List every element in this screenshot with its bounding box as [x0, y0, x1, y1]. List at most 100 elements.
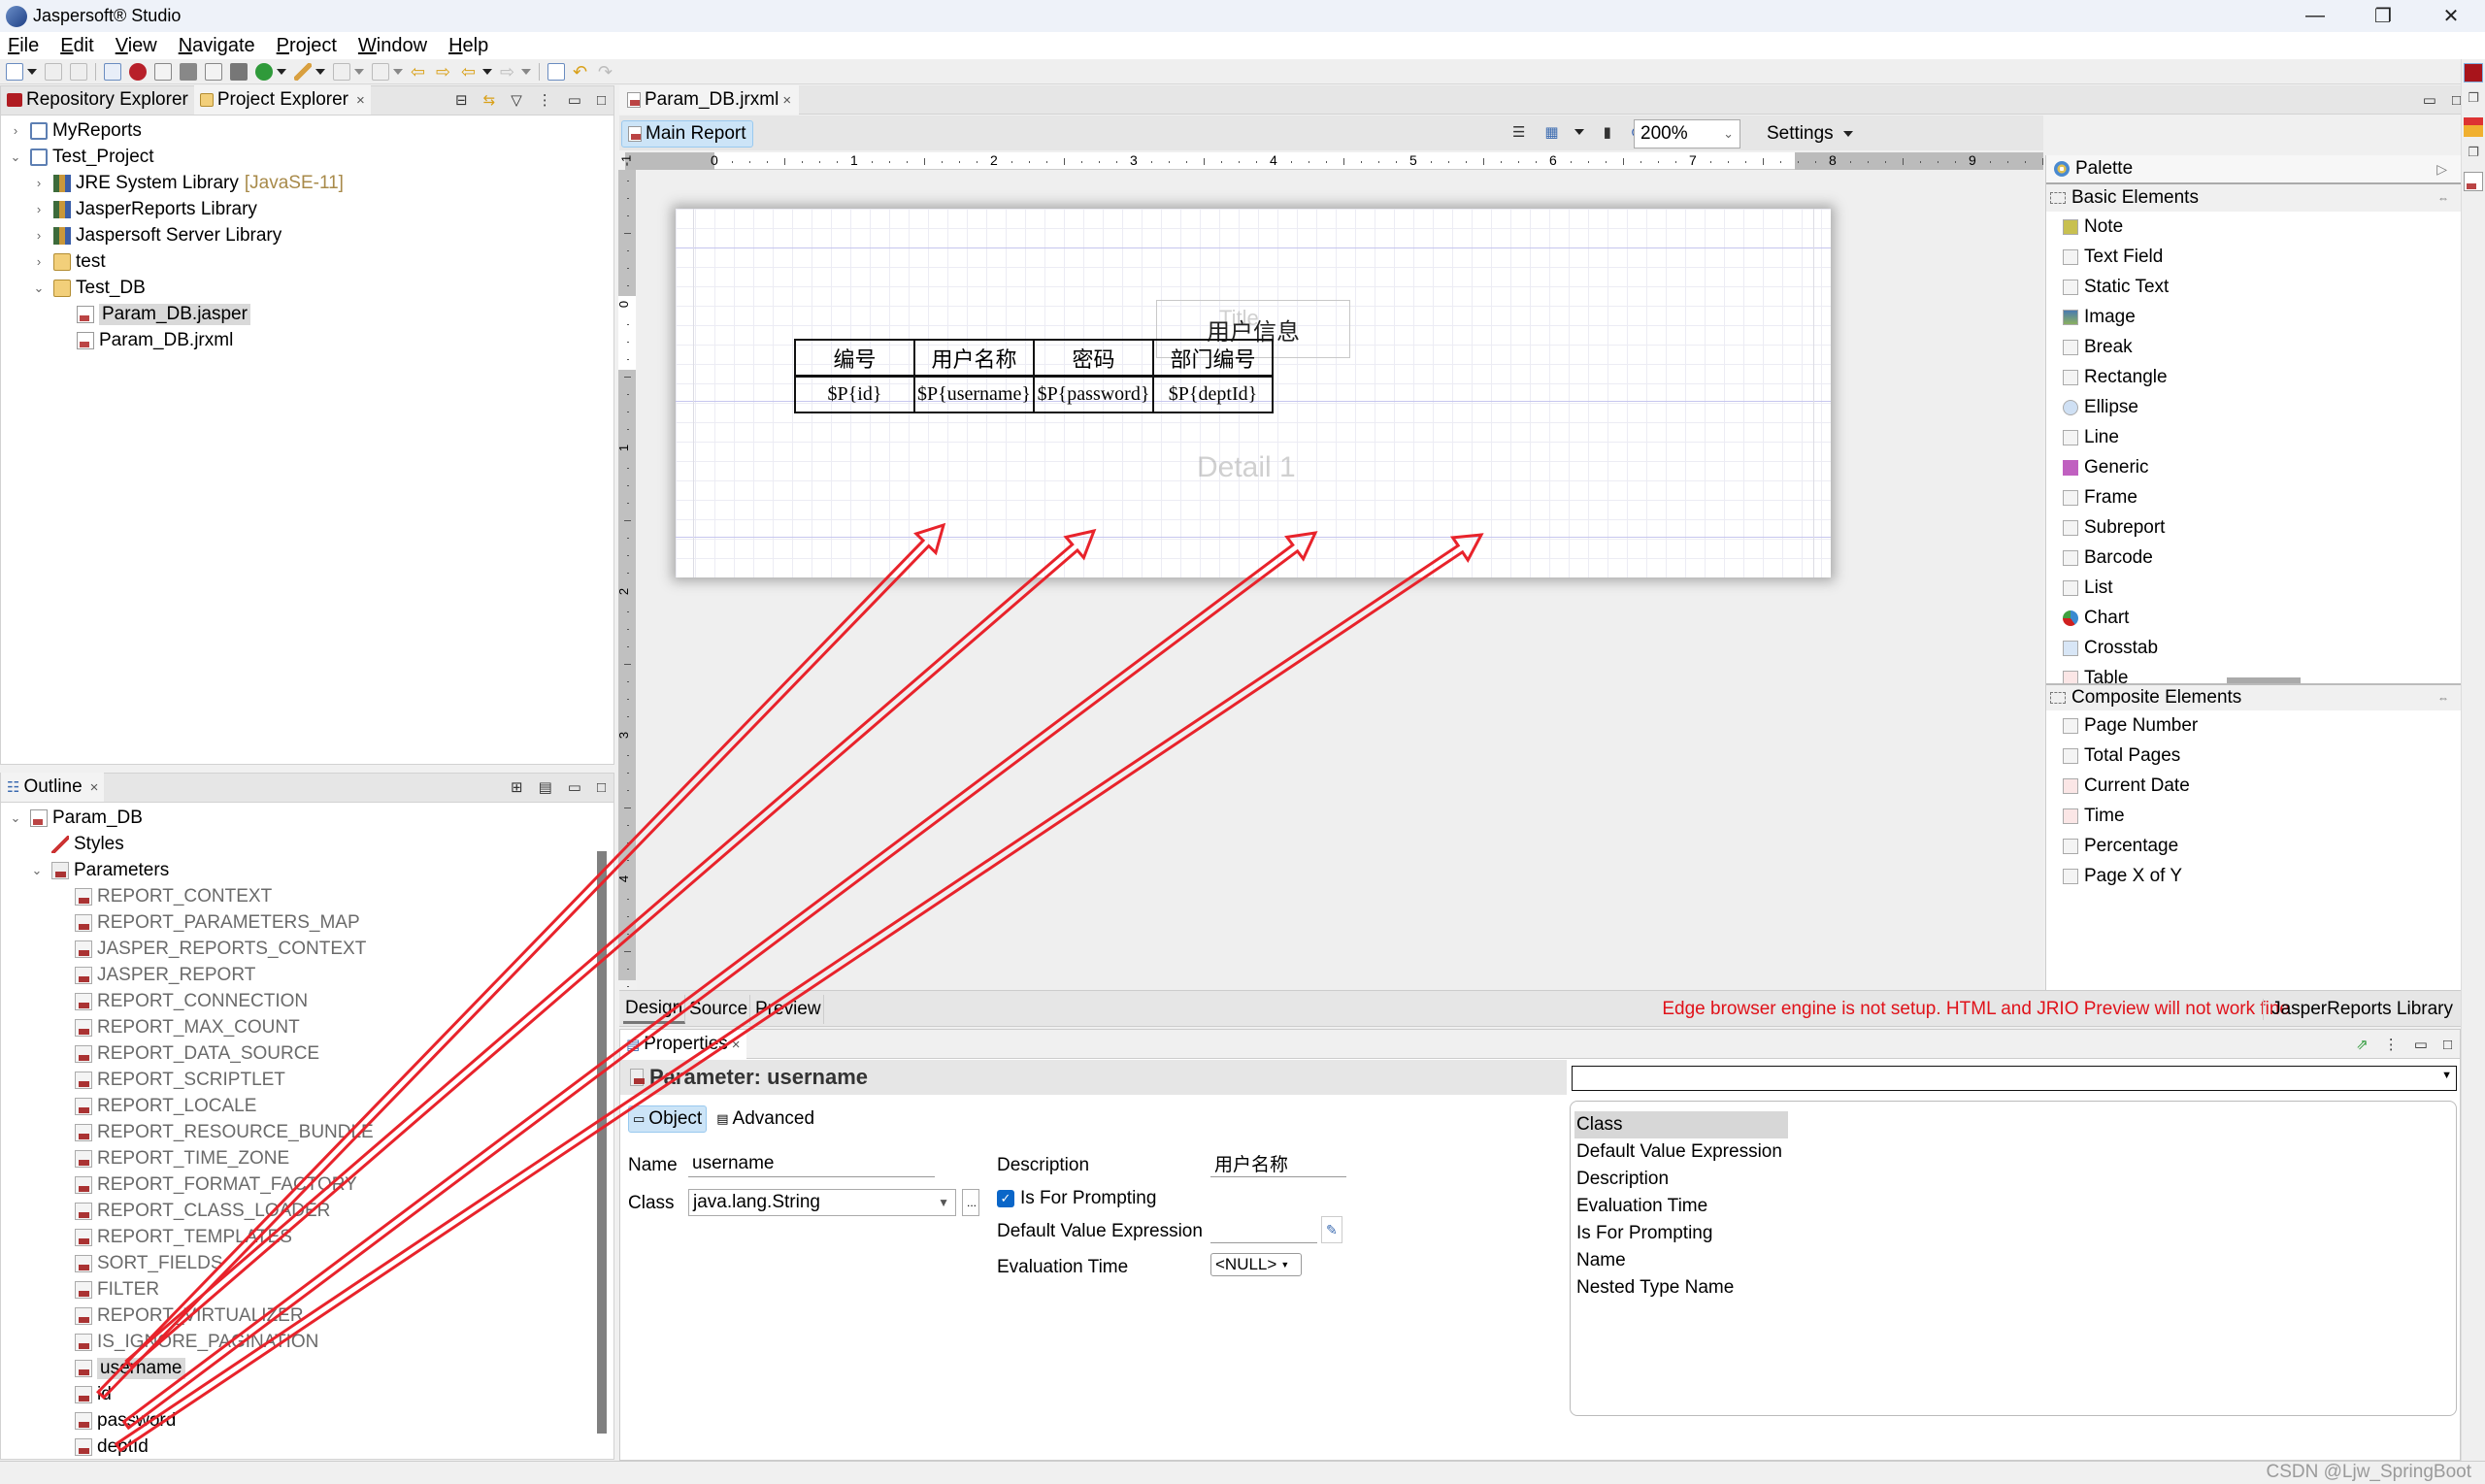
collapsed-chevron-icon[interactable]: › — [9, 123, 22, 138]
is-for-prompting-checkbox[interactable]: ✓ Is For Prompting — [997, 1188, 1156, 1209]
undo-icon[interactable]: ↶ — [573, 63, 590, 81]
minimize-panel-icon[interactable]: ▭ — [2414, 1036, 2428, 1053]
dropdown-arrow-icon[interactable] — [1574, 129, 1584, 135]
palette-item[interactable]: Subreport — [2046, 512, 2461, 543]
new-data-adapter-icon[interactable] — [180, 62, 197, 81]
maximize-panel-icon[interactable]: □ — [597, 779, 606, 796]
parameter-item[interactable]: JASPER_REPORT — [1, 962, 613, 988]
expand-chevron-icon[interactable]: ⌄ — [9, 810, 22, 826]
menu-file[interactable]: File — [8, 35, 39, 57]
palette-item[interactable]: Line — [2046, 422, 2461, 452]
palette-item[interactable]: Barcode — [2046, 543, 2461, 573]
property-list-item[interactable]: Default Value Expression — [1571, 1138, 1784, 1166]
maximize-panel-icon[interactable]: □ — [2443, 1037, 2452, 1053]
palette-item[interactable]: Generic — [2046, 452, 2461, 482]
next-edit-icon[interactable]: ⇨ — [436, 63, 453, 81]
collapsed-chevron-icon[interactable]: › — [32, 202, 46, 216]
parameter-item[interactable]: FILTER — [1, 1276, 613, 1303]
subtab-object[interactable]: ▭ Object — [628, 1105, 708, 1133]
dropdown-arrow-icon[interactable] — [315, 68, 325, 75]
maximize-button[interactable]: ❐ — [2352, 0, 2414, 32]
maximize-panel-icon[interactable]: □ — [597, 92, 606, 109]
parameter-item[interactable]: REPORT_LOCALE — [1, 1093, 613, 1119]
subtab-advanced[interactable]: ▤ Advanced — [712, 1105, 818, 1133]
pen-icon[interactable] — [294, 62, 312, 81]
pin-icon[interactable]: ⇔ — [2437, 191, 2449, 205]
name-input[interactable]: username — [688, 1150, 935, 1177]
palette-item[interactable]: Static Text — [2046, 272, 2461, 302]
palette-item[interactable]: Break — [2046, 332, 2461, 362]
palette-item[interactable]: Time — [2046, 801, 2461, 831]
parameter-item[interactable]: REPORT_FORMAT_FACTORY — [1, 1171, 613, 1198]
parameter-item[interactable]: id — [1, 1381, 613, 1407]
maximize-panel-icon[interactable]: □ — [2452, 92, 2461, 109]
menu-view[interactable]: View — [116, 35, 157, 57]
report-page[interactable]: Title 用户信息 Detail 1 编号 $P{id} 用户名称 $P{usern… — [676, 209, 1831, 577]
palette-item[interactable]: List — [2046, 573, 2461, 603]
parameter-item[interactable]: REPORT_CLASS_LOADER — [1, 1198, 613, 1224]
menu-navigate[interactable]: Navigate — [179, 35, 255, 57]
project-tree-item[interactable]: › Jaspersoft Server Library — [1, 222, 613, 248]
server-icon[interactable] — [230, 62, 248, 81]
forward-icon[interactable]: ⇨ — [500, 63, 517, 81]
expression-editor-button[interactable]: ✎ — [1321, 1216, 1342, 1243]
palette-item[interactable]: Total Pages — [2046, 741, 2461, 771]
menu-project[interactable]: Project — [277, 35, 337, 57]
restore-icon[interactable]: ❐ — [2464, 145, 2483, 164]
palette-item[interactable]: Page X of Y — [2046, 861, 2461, 891]
palette-item[interactable]: Percentage — [2046, 831, 2461, 861]
menu-edit[interactable]: Edit — [60, 35, 93, 57]
table-field-cell[interactable]: $P{username} — [913, 375, 1035, 413]
expand-chevron-icon[interactable]: ⌄ — [30, 863, 44, 878]
project-tree-item[interactable]: › MyReports — [1, 117, 613, 144]
settings-button[interactable]: Settings — [1767, 119, 1853, 148]
table-header-cell[interactable]: 密码 — [1033, 339, 1154, 378]
restore-icon[interactable]: ❐ — [2464, 90, 2483, 110]
parameter-item[interactable]: REPORT_DATA_SOURCE — [1, 1040, 613, 1067]
main-report-button[interactable]: Main Report — [621, 120, 753, 148]
run-icon[interactable] — [255, 62, 273, 81]
tab-source[interactable]: Source — [687, 995, 751, 1024]
view-menu-icon[interactable]: ⋮ — [538, 91, 552, 109]
palette-item[interactable]: Image — [2046, 302, 2461, 332]
parameter-item[interactable]: REPORT_PARAMETERS_MAP — [1, 909, 613, 936]
redo-icon[interactable]: ↷ — [598, 63, 615, 81]
parameter-item[interactable]: REPORT_TEMPLATES — [1, 1224, 613, 1250]
design-canvas[interactable]: Title 用户信息 Detail 1 编号 $P{id} 用户名称 $P{usern… — [637, 170, 2043, 990]
parameter-item[interactable]: REPORT_CONNECTION — [1, 988, 613, 1014]
property-list-item[interactable]: Description — [1571, 1166, 1784, 1193]
property-list-item[interactable]: Nested Type Name — [1571, 1274, 1784, 1302]
outline-parameters[interactable]: ⌄ Parameters — [1, 857, 613, 883]
table-field-cell[interactable]: $P{id} — [794, 375, 915, 413]
minimize-panel-icon[interactable]: ▭ — [568, 778, 581, 796]
tab-project-explorer[interactable]: Project Explorer × — [193, 85, 371, 115]
tree-view-icon[interactable]: ⊞ — [511, 778, 523, 796]
class-combo[interactable]: java.lang.String ▼ — [688, 1189, 956, 1216]
minimize-panel-icon[interactable]: ▭ — [2423, 91, 2436, 109]
table-field-cell[interactable]: $P{password} — [1033, 375, 1154, 413]
close-tab-icon[interactable]: × — [356, 92, 365, 109]
project-tree-item[interactable]: ⌄ Test_Project — [1, 144, 613, 170]
compile-icon[interactable]: ▦ — [1544, 123, 1558, 141]
outline-root[interactable]: ⌄ Param_DB — [1, 805, 613, 831]
default-value-input[interactable] — [1210, 1216, 1317, 1243]
menu-window[interactable]: Window — [358, 35, 427, 57]
parameter-item[interactable]: password — [1, 1407, 613, 1434]
project-tree-item[interactable]: › JRE System Library [JavaSE-11] — [1, 170, 613, 196]
save-all-icon[interactable] — [70, 62, 87, 81]
dropdown-arrow-icon[interactable] — [277, 68, 286, 75]
palette-item[interactable]: Crosstab — [2046, 633, 2461, 663]
collapse-all-icon[interactable]: ⊟ — [455, 91, 468, 109]
outline-styles[interactable]: Styles — [1, 831, 613, 857]
tab-design[interactable]: Design — [623, 995, 686, 1024]
palette-item[interactable]: Text Field — [2046, 242, 2461, 272]
parameter-item[interactable]: REPORT_CONTEXT — [1, 883, 613, 909]
description-input[interactable]: 用户名称 — [1210, 1150, 1346, 1177]
data-adapter-icon[interactable] — [2464, 117, 2483, 137]
expand-chevron-icon[interactable]: ⌄ — [9, 149, 22, 165]
thumbnail-view-icon[interactable]: ▤ — [539, 778, 552, 796]
table-header-cell[interactable]: 用户名称 — [913, 339, 1035, 378]
parameter-item[interactable]: REPORT_VIRTUALIZER — [1, 1303, 613, 1329]
close-tab-icon[interactable]: × — [782, 92, 791, 109]
palette-header[interactable]: Palette ▷ — [2046, 155, 2461, 184]
